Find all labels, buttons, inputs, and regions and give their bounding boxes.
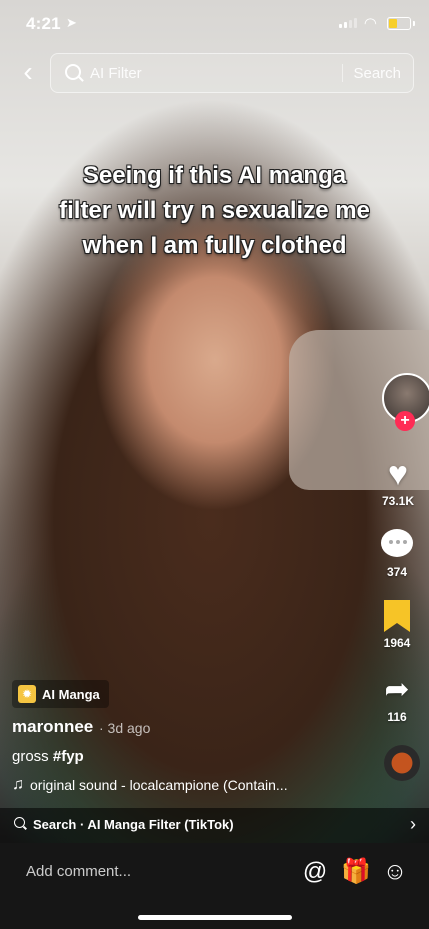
related-search-text: Search · AI Manga Filter (TikTok) (33, 817, 234, 832)
post-description: gross #fyp (12, 748, 84, 765)
hashtag-link[interactable]: #fyp (53, 748, 84, 765)
emoji-icon[interactable]: ☺ (381, 858, 409, 886)
gift-icon[interactable]: 🎁 (341, 858, 371, 886)
like-button[interactable]: ♥ 73.1K (360, 456, 429, 508)
video-caption: Seeing if this AI manga filter will try … (20, 158, 409, 263)
like-count: 73.1K (381, 494, 415, 508)
save-button[interactable]: 1964 (359, 600, 429, 650)
battery-icon (387, 17, 411, 30)
wifi-icon: ◠ (363, 15, 377, 32)
music-note-icon: ♫ (12, 776, 24, 793)
search-icon (65, 64, 81, 80)
comment-dots (389, 540, 407, 544)
battery-level (389, 19, 397, 28)
search-icon (14, 817, 25, 828)
search-input[interactable]: AI Filter Search (50, 53, 414, 93)
description-text: gross (12, 748, 53, 765)
heart-icon: ♥ (387, 455, 409, 493)
at-icon[interactable]: @ (301, 858, 329, 886)
caption-line: filter will try n sexualize me (59, 197, 370, 224)
username[interactable]: maronnee (12, 717, 93, 737)
caption-line: Seeing if this AI manga (82, 162, 347, 189)
bookmark-icon (384, 600, 410, 632)
comment-count: 374 (386, 565, 408, 579)
sound-disc[interactable] (384, 745, 420, 781)
comment-input[interactable]: Add comment... (26, 863, 131, 880)
search-divider (342, 64, 343, 82)
save-count: 1964 (383, 636, 411, 650)
comment-button[interactable]: 374 (359, 529, 429, 579)
effect-tag[interactable]: ✹ AI Manga (12, 680, 109, 708)
caption-line: when I am fully clothed (82, 232, 347, 259)
battery-tip (413, 21, 415, 26)
signal-icon (339, 18, 357, 28)
sound-link[interactable]: ♫ original sound - localcampione (Contai… (12, 776, 288, 794)
chevron-left-icon[interactable]: ‹ (14, 58, 42, 88)
share-count: 116 (387, 710, 407, 724)
comment-bar: Add comment... @ 🎁 ☺ (0, 843, 429, 929)
effect-icon: ✹ (18, 685, 36, 703)
status-bar: 4:21 ➤ ◠ (0, 0, 429, 50)
chevron-right-icon: › (410, 814, 416, 834)
post-age: · 3d ago (99, 720, 151, 736)
home-indicator (138, 915, 292, 920)
effect-label: AI Manga (42, 686, 100, 702)
location-icon: ➤ (66, 15, 77, 30)
status-time: 4:21 (26, 14, 61, 33)
share-button[interactable]: ➦ 116 (359, 672, 429, 724)
follow-button[interactable]: + (395, 411, 415, 431)
search-button[interactable]: Search (353, 65, 401, 82)
share-icon: ➦ (384, 673, 410, 706)
sound-title: original sound - localcampione (Contain.… (30, 777, 288, 793)
comment-icon (381, 529, 413, 559)
search-query: AI Filter (90, 65, 142, 82)
related-search-bar[interactable]: Search · AI Manga Filter (TikTok) › (0, 808, 429, 843)
